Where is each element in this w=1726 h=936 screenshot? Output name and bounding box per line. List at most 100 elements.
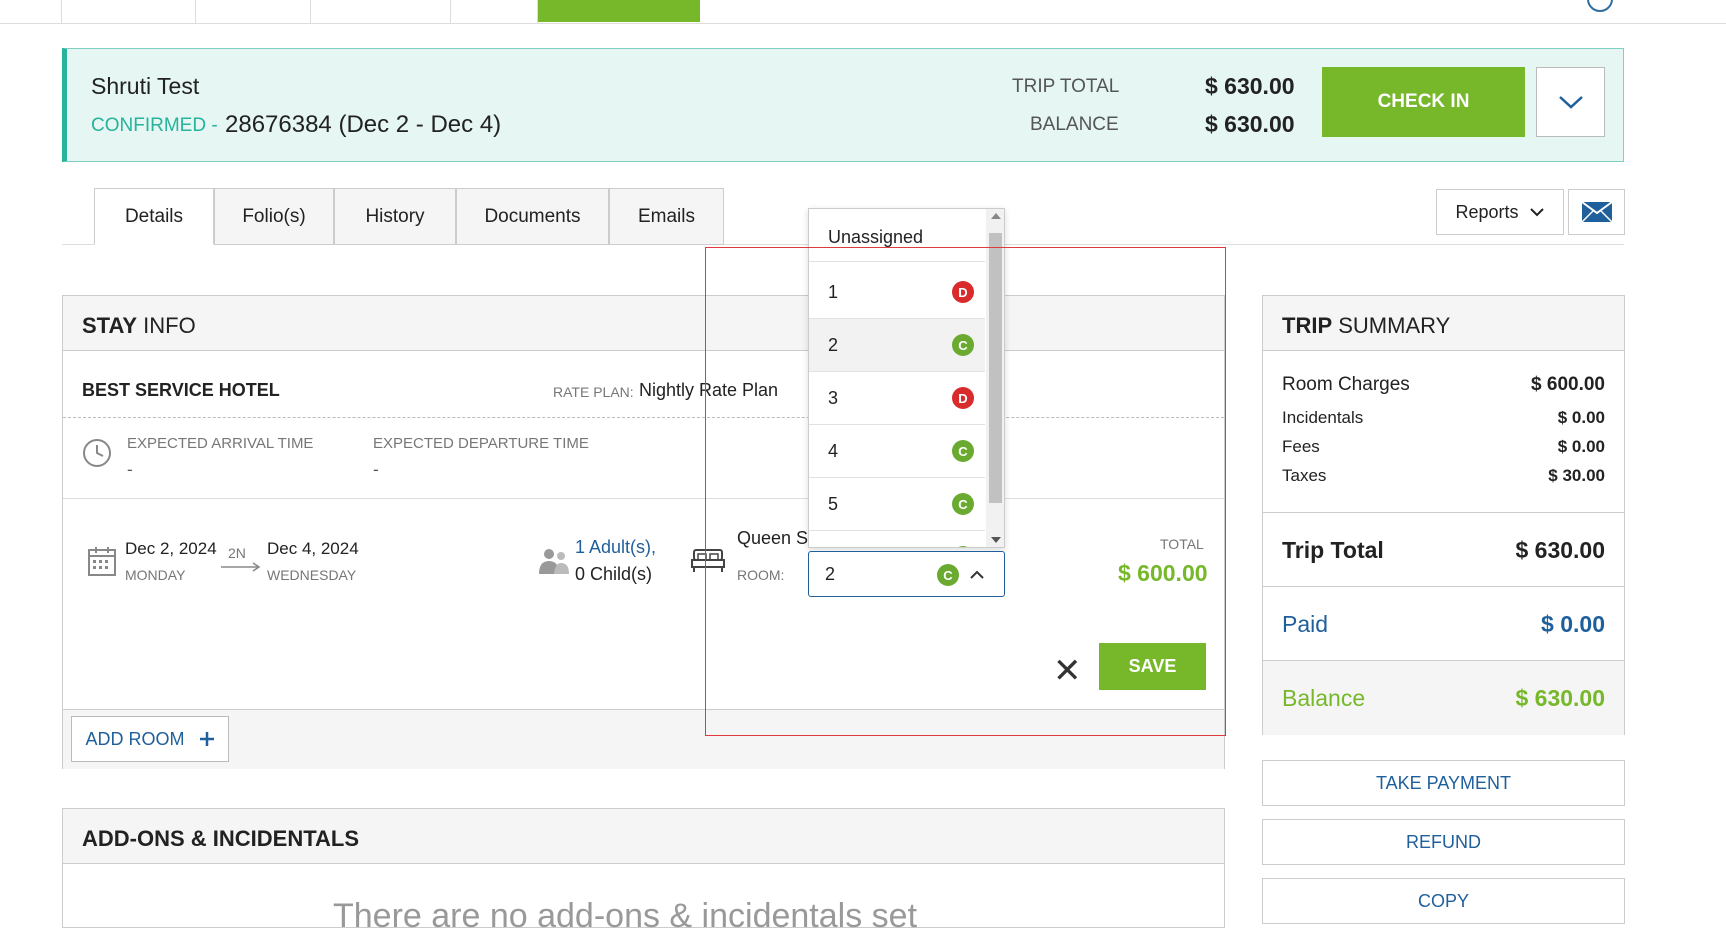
hotel-name: BEST SERVICE HOTEL <box>82 380 280 400</box>
paid-label: Paid <box>1282 611 1329 637</box>
room-option[interactable]: 6 C <box>809 531 985 547</box>
room-option-label: 1 <box>828 282 839 302</box>
room-type: Queen Su <box>737 528 819 548</box>
email-button[interactable] <box>1568 189 1625 235</box>
room-option-unassigned[interactable]: Unassigned <box>809 209 985 262</box>
top-nav-strip <box>0 0 1726 24</box>
divider <box>63 417 1224 418</box>
balance-label: BALANCE <box>1030 114 1119 135</box>
refund-button[interactable]: REFUND <box>1262 819 1625 865</box>
paid-row: Paid $ 0.00 <box>1282 611 1605 638</box>
adults-link[interactable]: 1 Adult(s), <box>575 537 656 558</box>
tab-documents[interactable]: Documents <box>456 188 609 245</box>
arrow-right-icon <box>221 562 261 572</box>
trip-total-label: TRIP TOTAL <box>1012 76 1120 97</box>
room-status-clean-badge: C <box>952 546 974 547</box>
room-option-label: 5 <box>828 494 839 514</box>
chevron-up-icon <box>970 570 984 579</box>
save-button[interactable]: SAVE <box>1099 643 1206 690</box>
stay-info-panel: STAY INFO BEST SERVICE HOTEL RATE PLAN: … <box>62 295 1225 769</box>
top-nav-segment[interactable] <box>451 0 538 23</box>
top-nav-segment[interactable] <box>311 0 451 23</box>
expected-departure-time-value: - <box>373 460 379 479</box>
room-charges-value: $ 600.00 <box>1531 374 1605 395</box>
incidentals-value: $ 0.00 <box>1557 408 1605 427</box>
guest-name: Shruti Test <box>91 73 200 99</box>
reservation-actions-dropdown[interactable] <box>1536 67 1605 137</box>
stay-info-header: STAY INFO <box>63 296 1224 351</box>
stay-info-title-bold: STAY <box>82 313 138 338</box>
expected-departure-time-label: EXPECTED DEPARTURE TIME <box>373 435 589 452</box>
departure-date: Dec 4, 2024 <box>267 539 359 558</box>
trip-summary-panel: TRIP SUMMARY Room Charges $ 600.00 Incide… <box>1262 295 1625 735</box>
room-option[interactable]: 1 D <box>809 266 985 319</box>
top-nav-circle-icon[interactable] <box>1587 0 1613 12</box>
room-option[interactable]: 3 D <box>809 372 985 425</box>
trip-summary-title-bold: TRIP <box>1282 313 1333 338</box>
addons-header: ADD-ONS & INCIDENTALS <box>63 809 1224 864</box>
tab-history[interactable]: History <box>334 188 456 245</box>
reports-dropdown[interactable]: Reports <box>1436 189 1564 235</box>
scrollbar-thumb[interactable] <box>989 233 1002 503</box>
tab-folios[interactable]: Folio(s) <box>214 188 334 245</box>
departure-day: WEDNESDAY <box>267 567 357 583</box>
fees-value: $ 0.00 <box>1557 437 1605 456</box>
tab-details[interactable]: Details <box>94 188 214 245</box>
arrival-day: MONDAY <box>125 567 186 583</box>
reservation-header: Shruti Test CONFIRMED - 28676384 (Dec 2 … <box>62 48 1624 162</box>
top-nav-segment[interactable] <box>196 0 311 23</box>
room-select[interactable]: 2 C <box>808 551 1005 597</box>
tab-emails[interactable]: Emails <box>609 188 724 245</box>
room-charges-label: Room Charges <box>1282 374 1410 395</box>
calendar-icon <box>88 547 116 576</box>
taxes-row: Taxes $ 30.00 <box>1282 466 1605 486</box>
top-nav-active-indicator[interactable] <box>538 0 700 22</box>
room-charges-row: Room Charges $ 600.00 <box>1282 374 1605 396</box>
divider <box>1263 512 1624 513</box>
room-option[interactable]: 5 C <box>809 478 985 531</box>
divider <box>63 498 1224 499</box>
dropdown-scrollbar[interactable] <box>986 209 1004 547</box>
scroll-down-arrow-icon[interactable] <box>991 537 1001 543</box>
clock-icon <box>83 439 111 467</box>
room-status-dirty-badge: D <box>952 281 974 303</box>
confirmation-info: 28676384 (Dec 2 - Dec 4) <box>225 111 502 138</box>
room-status-clean-badge: C <box>952 334 974 356</box>
add-room-label: ADD ROOM <box>85 728 185 749</box>
room-status-dirty-badge: D <box>952 387 974 409</box>
check-in-button[interactable]: CHECK IN <box>1322 67 1525 137</box>
take-payment-button[interactable]: TAKE PAYMENT <box>1262 760 1625 806</box>
rate-plan-label: RATE PLAN: <box>553 384 634 400</box>
trip-summary-title-rest: SUMMARY <box>1332 313 1451 338</box>
addons-empty-message: There are no add-ons & incidentals set <box>333 897 918 935</box>
close-icon[interactable]: ✕ <box>1053 654 1082 688</box>
arrival-date: Dec 2, 2024 <box>125 539 217 558</box>
envelope-icon <box>1580 201 1613 223</box>
paid-value: $ 0.00 <box>1541 611 1605 637</box>
room-dropdown-list[interactable]: Unassigned 1 D 2 C 3 D 4 C 5 C 6 C <box>808 208 1005 548</box>
top-nav-segment[interactable] <box>0 0 62 23</box>
stay-info-title: STAY INFO <box>82 313 196 339</box>
trip-total-label: Trip Total <box>1282 537 1384 563</box>
trip-summary-title: TRIP SUMMARY <box>1282 313 1450 339</box>
copy-button[interactable]: COPY <box>1262 878 1625 924</box>
stay-info-title-rest: INFO <box>137 313 196 338</box>
room-option[interactable]: 4 C <box>809 425 985 478</box>
expected-arrival-time-value: - <box>127 460 133 479</box>
room-option[interactable]: 2 C <box>809 319 985 372</box>
addons-incidentals-panel: ADD-ONS & INCIDENTALS There are no add-o… <box>62 808 1225 935</box>
balance-value: $ 630.00 <box>1515 685 1605 711</box>
scroll-up-arrow-icon[interactable] <box>991 213 1001 219</box>
incidentals-label: Incidentals <box>1282 408 1364 427</box>
children-count: 0 Child(s) <box>575 564 653 584</box>
room-option-label: 4 <box>828 441 839 461</box>
top-nav-segment[interactable] <box>62 0 196 23</box>
add-room-button[interactable]: ADD ROOM <box>71 716 229 762</box>
room-status-clean-badge: C <box>952 440 974 462</box>
taxes-label: Taxes <box>1282 466 1327 485</box>
fees-row: Fees $ 0.00 <box>1282 437 1605 457</box>
total-label: TOTAL <box>1160 536 1204 552</box>
balance-row: Balance $ 630.00 <box>1282 685 1605 712</box>
taxes-value: $ 30.00 <box>1548 466 1605 485</box>
incidentals-row: Incidentals $ 0.00 <box>1282 408 1605 428</box>
